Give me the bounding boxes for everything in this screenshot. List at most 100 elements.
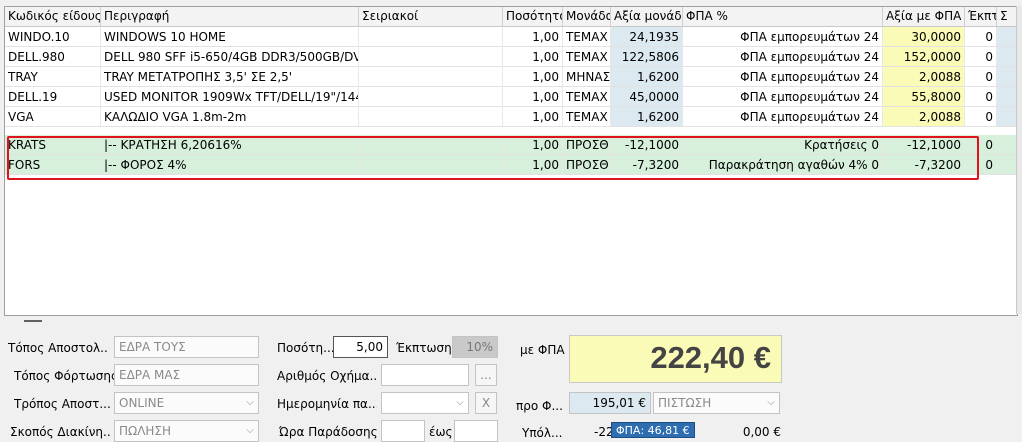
cell-unit: ΠΡΟΣΘ bbox=[563, 155, 611, 175]
cell-total-vat: -7,3200 bbox=[883, 155, 965, 175]
ekptosi-field[interactable]: 10% bbox=[452, 336, 498, 358]
col-header-total-vat[interactable]: Αξία με ΦΠΑ bbox=[883, 7, 965, 27]
cell-discount: 0 bbox=[965, 87, 997, 107]
items-grid[interactable]: Κωδικός είδους Περιγραφή Σειριακοί Ποσότ… bbox=[4, 6, 1018, 316]
total-amount: 222,40 € bbox=[569, 335, 782, 383]
cell-discount: 0 bbox=[965, 107, 997, 127]
cell-serial bbox=[359, 67, 503, 87]
vertical-scrollbar[interactable] bbox=[1016, 6, 1022, 314]
vat-tooltip: ΦΠΑ: 46,81 € bbox=[611, 422, 695, 438]
topos-fortosis-field[interactable]: ΕΔΡΑ ΜΑΣ bbox=[114, 364, 259, 386]
cell-s bbox=[997, 47, 1017, 67]
cell-unit-price: 122,5806 bbox=[611, 47, 683, 67]
ora-from-field[interactable] bbox=[381, 420, 425, 442]
cell-description: WINDOWS 10 HOME bbox=[101, 27, 359, 47]
cell-s bbox=[997, 67, 1017, 87]
cell-serial bbox=[359, 107, 503, 127]
payment-select[interactable]: ΠΙΣΤΩΣΗ ⌵ bbox=[653, 392, 780, 414]
cell-total-vat: 2,0088 bbox=[883, 107, 965, 127]
topos-fortosis-label: Τόπος Φόρτωσης bbox=[14, 369, 114, 383]
cell-description: DELL 980 SFF i5-650/4GB DDR3/500GB/DV bbox=[101, 47, 359, 67]
skopos-label: Σκοπός Διακίνη... bbox=[10, 425, 110, 439]
tropos-apostolis-value: ONLINE bbox=[119, 396, 165, 410]
cell-serial bbox=[359, 27, 503, 47]
cell-serial bbox=[359, 47, 503, 67]
cell-quantity: 1,00 bbox=[503, 87, 563, 107]
chevron-down-icon[interactable]: ⌵ bbox=[244, 425, 256, 437]
payment-value: ΠΙΣΤΩΣΗ bbox=[658, 396, 712, 410]
pro-fpa-field: 195,01 € bbox=[569, 392, 651, 414]
cell-unit-price: 1,6200 bbox=[611, 67, 683, 87]
cell-unit-price: -12,1000 bbox=[611, 135, 683, 155]
ora-to-field[interactable] bbox=[454, 420, 498, 442]
cell-serial bbox=[359, 155, 503, 175]
cell-vat: ΦΠΑ εμπορευμάτων 24 bbox=[683, 67, 883, 87]
imerominia-label: Ημερομηνία πα... bbox=[277, 397, 377, 411]
cell-code: DELL.19 bbox=[5, 87, 101, 107]
cell-s bbox=[997, 87, 1017, 107]
posotita-field[interactable]: 5,00 bbox=[333, 336, 388, 358]
chevron-down-icon[interactable]: ⌵ bbox=[244, 397, 256, 409]
cell-quantity: 1,00 bbox=[503, 27, 563, 47]
cell-description: TRAY ΜΕΤΑΤΡΟΠΗΣ 3,5' ΣΕ 2,5' bbox=[101, 67, 359, 87]
clear-date-button[interactable]: X bbox=[475, 392, 497, 414]
cell-quantity: 1,00 bbox=[503, 155, 563, 175]
skopos-value: ΠΩΛΗΣΗ bbox=[119, 424, 172, 438]
cell-vat: Παρακράτηση αγαθών 4% 0 bbox=[683, 155, 883, 175]
cell-unit-price: 1,6200 bbox=[611, 107, 683, 127]
cell-vat: ΦΠΑ εμπορευμάτων 24 bbox=[683, 47, 883, 67]
cell-serial bbox=[359, 135, 503, 155]
arithmos-field[interactable] bbox=[381, 364, 469, 386]
col-header-quantity[interactable]: Ποσότητα bbox=[503, 7, 563, 27]
cell-vat: ΦΠΑ εμπορευμάτων 24 bbox=[683, 27, 883, 47]
me-fpa-label: με ΦΠΑ bbox=[520, 343, 565, 357]
arithmos-browse-button[interactable]: ... bbox=[475, 364, 497, 386]
topos-apostolis-label: Τόπος Αποστολ... bbox=[8, 341, 108, 355]
col-header-serial[interactable]: Σειριακοί bbox=[359, 7, 503, 27]
cell-description: USED MONITOR 1909Wx TFT/DELL/19"/144 bbox=[101, 87, 359, 107]
cell-total-vat: 152,0000 bbox=[883, 47, 965, 67]
col-header-code[interactable]: Κωδικός είδους bbox=[5, 7, 101, 27]
cell-unit: ΠΡΟΣΘ bbox=[563, 135, 611, 155]
col-header-s[interactable]: Σ bbox=[997, 7, 1017, 27]
topos-apostolis-field[interactable]: ΕΔΡΑ ΤΟΥΣ bbox=[114, 336, 259, 358]
chevron-down-icon[interactable]: ⌵ bbox=[765, 397, 777, 409]
cell-vat: ΦΠΑ εμπορευμάτων 24 bbox=[683, 87, 883, 107]
cell-unit: TEMAX bbox=[563, 87, 611, 107]
cell-quantity: 1,00 bbox=[503, 135, 563, 155]
tropos-apostolis-label: Τρόπος Αποστ... bbox=[14, 397, 110, 411]
cell-code: DELL.980 bbox=[5, 47, 101, 67]
cell-discount: 0 bbox=[965, 47, 997, 67]
splitter-handle[interactable] bbox=[4, 316, 1016, 326]
tropos-apostolis-select[interactable]: ONLINE ⌵ bbox=[114, 392, 259, 414]
ekptosi-label: Έκπτωση bbox=[396, 341, 452, 355]
imerominia-select[interactable]: ⌵ bbox=[381, 392, 469, 414]
cell-description: ΚΑΛΩΔΙΟ VGA 1.8m-2m bbox=[101, 107, 359, 127]
cell-unit: TEMAX bbox=[563, 47, 611, 67]
cell-unit-price: -7,3200 bbox=[611, 155, 683, 175]
pro-fpa-label: προ Φ... bbox=[516, 399, 563, 413]
cell-code: VGA bbox=[5, 107, 101, 127]
cell-s bbox=[997, 135, 1017, 155]
posotita-label: Ποσότη... bbox=[277, 341, 333, 355]
skopos-select[interactable]: ΠΩΛΗΣΗ ⌵ bbox=[114, 420, 259, 442]
cell-unit: TEMAX bbox=[563, 107, 611, 127]
col-header-unit-price[interactable]: Αξία μονάδ bbox=[611, 7, 683, 27]
cell-vat: Κρατήσεις 0 bbox=[683, 135, 883, 155]
cell-description: |-- ΦΟΡΟΣ 4% bbox=[101, 155, 359, 175]
cell-quantity: 1,00 bbox=[503, 67, 563, 87]
cell-discount: 0 bbox=[965, 155, 997, 175]
cell-code: FORS bbox=[5, 155, 101, 175]
cell-total-vat: 55,8000 bbox=[883, 87, 965, 107]
col-header-description[interactable]: Περιγραφή bbox=[101, 7, 359, 27]
cell-unit-price: 24,1935 bbox=[611, 27, 683, 47]
col-header-vat[interactable]: ΦΠΑ % bbox=[683, 7, 883, 27]
col-header-unit[interactable]: Μονάδα bbox=[563, 7, 611, 27]
chevron-down-icon[interactable]: ⌵ bbox=[454, 397, 466, 409]
col-header-discount[interactable]: Έκπτ bbox=[965, 7, 997, 27]
ora-label: Ώρα Παράδοσης bbox=[279, 425, 378, 439]
cell-unit-price: 45,0000 bbox=[611, 87, 683, 107]
cell-unit: ΜΗΝΑΣ bbox=[563, 67, 611, 87]
cell-total-vat: 30,0000 bbox=[883, 27, 965, 47]
cell-discount: 0 bbox=[965, 135, 997, 155]
